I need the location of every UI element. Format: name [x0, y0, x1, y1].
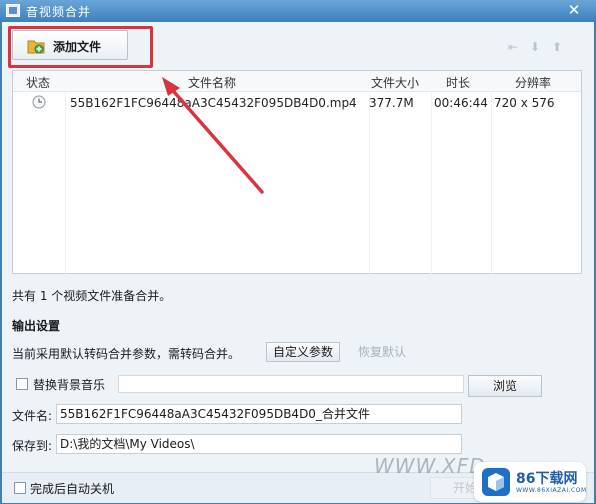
file-list[interactable]: 状态 文件名称 文件大小 时长 分辨率 55B162F1FC96448aA3C4… — [12, 70, 582, 275]
column-divider — [369, 91, 370, 275]
watermark-domain: WWW.86XIAZAI.COM — [516, 487, 587, 494]
restore-default-button[interactable]: 恢复默认 — [348, 342, 416, 362]
clock-icon — [32, 95, 46, 109]
move-down-icon[interactable]: ⬇ — [524, 40, 546, 54]
move-top-icon[interactable]: ⇤ — [502, 40, 524, 54]
bg-music-checkbox[interactable] — [16, 378, 28, 390]
watermark-text: WWW.XFD — [374, 454, 486, 478]
duration-cell: 00:46:44 — [434, 96, 488, 110]
output-settings-title: 输出设置 — [12, 319, 61, 333]
cube-logo-icon — [482, 468, 510, 496]
filename-field[interactable]: 55B162F1FC96448aA3C45432F095DB4D0_合并文件 — [56, 404, 462, 424]
auto-shutdown-checkbox[interactable] — [14, 482, 26, 494]
filename-label: 文件名: — [12, 409, 53, 423]
bg-music-field[interactable] — [118, 375, 464, 393]
saveto-field[interactable]: D:\我的文档\My Videos\ — [56, 434, 462, 454]
list-header: 状态 文件名称 文件大小 时长 分辨率 — [13, 71, 581, 92]
col-filename[interactable]: 文件名称 — [188, 74, 236, 91]
window-title: 音视频合并 — [26, 5, 92, 19]
file-name-cell: 55B162F1FC96448aA3C45432F095DB4D0.mp4 — [70, 96, 357, 110]
column-divider — [65, 91, 66, 275]
file-size-cell: 377.7M — [369, 96, 414, 110]
watermark-badge: 86下载网 WWW.86XIAZAI.COM — [474, 462, 586, 502]
toolbar-order-icons: ⇤ ⬇ ⬆ — [502, 40, 572, 56]
browse-button[interactable]: 浏览 — [468, 375, 542, 397]
app-film-icon — [6, 4, 20, 17]
move-up-icon[interactable]: ⬆ — [546, 40, 568, 54]
resolution-cell: 720 x 576 — [494, 96, 555, 110]
title-bar: 音视频合并 ✕ — [0, 0, 596, 22]
summary-text: 共有 1 个视频文件准备合并。 — [12, 289, 172, 303]
bg-music-label: 替换背景音乐 — [33, 378, 106, 392]
custom-params-button[interactable]: 自定义参数 — [266, 342, 340, 362]
column-divider — [491, 91, 492, 275]
column-divider — [431, 91, 432, 275]
main-panel: 添加文件 ⇤ ⬇ ⬆ 状态 文件名称 文件大小 时长 分辨率 55B162F1FC9… — [2, 22, 594, 503]
saveto-label: 保存到: — [12, 439, 53, 453]
col-resolution[interactable]: 分辨率 — [515, 74, 551, 91]
auto-shutdown-label: 完成后自动关机 — [30, 482, 115, 496]
close-button[interactable]: ✕ — [555, 0, 593, 20]
table-row[interactable]: 55B162F1FC96448aA3C45432F095DB4D0.mp4 37… — [13, 93, 581, 113]
toolbar: 添加文件 ⇤ ⬇ ⬆ — [2, 22, 594, 70]
param-description: 当前采用默认转码合并参数，需转码合并。 — [12, 347, 241, 361]
watermark-brand: 86下载网 — [516, 471, 578, 487]
highlight-box — [8, 26, 153, 68]
col-duration[interactable]: 时长 — [446, 74, 470, 91]
col-size[interactable]: 文件大小 — [371, 74, 419, 91]
col-status[interactable]: 状态 — [26, 74, 50, 91]
